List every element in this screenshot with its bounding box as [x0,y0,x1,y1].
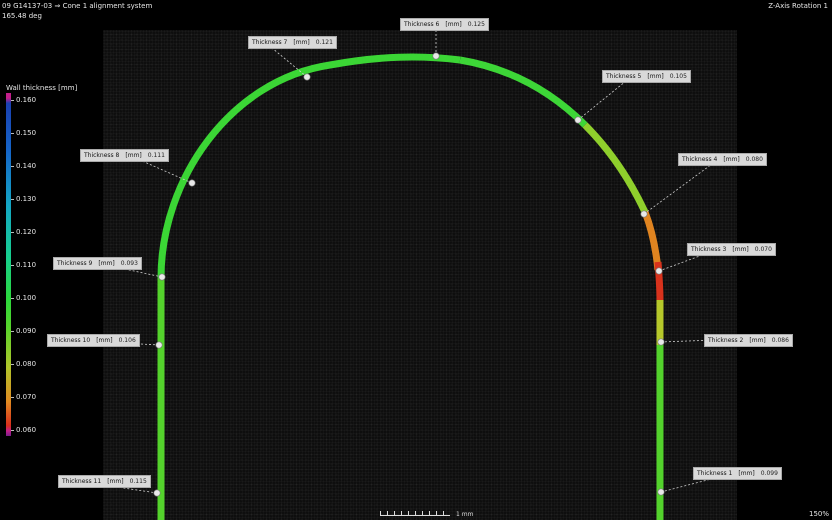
callout-label: Thickness 3 [691,246,727,253]
callout-label: Thickness 7 [252,39,288,46]
thickness-callout-6[interactable]: Thickness 6 [mm] 0.125 [400,18,489,31]
callout-label: Thickness 8 [84,152,120,159]
callout-label: Thickness 5 [606,73,642,80]
callout-label: Thickness 2 [708,337,744,344]
thickness-callout-4[interactable]: Thickness 4 [mm] 0.080 [678,153,767,166]
callout-value: 0.099 [760,470,778,477]
callout-unit: [mm] [647,73,664,80]
callout-unit: [mm] [125,152,142,159]
callout-value: 0.080 [745,156,763,163]
callout-value: 0.086 [771,337,789,344]
callout-unit: [mm] [732,246,749,253]
thickness-callout-5[interactable]: Thickness 5 [mm] 0.105 [602,70,691,83]
callout-value: 0.111 [147,152,165,159]
scale-bar-line [380,515,450,516]
measure-point-10 [155,341,163,349]
measure-point-8 [188,179,196,187]
callout-unit: [mm] [107,478,124,485]
scale-bar-label: 1 mm [456,511,474,518]
callout-value: 0.070 [754,246,772,253]
callout-value: 0.105 [669,73,687,80]
callout-value: 0.093 [120,260,138,267]
callout-unit: [mm] [749,337,766,344]
measure-point-7 [303,73,311,81]
thickness-callout-7[interactable]: Thickness 7 [mm] 0.121 [248,36,337,49]
thickness-callout-3[interactable]: Thickness 3 [mm] 0.070 [687,243,776,256]
thickness-callout-8[interactable]: Thickness 8 [mm] 0.111 [80,149,169,162]
callout-unit: [mm] [723,156,740,163]
wall-profile-right-orange [641,210,662,271]
callout-value: 0.121 [315,39,333,46]
thickness-callout-10[interactable]: Thickness 10 [mm] 0.106 [47,334,140,347]
measure-point-9 [158,273,166,281]
wall-profile-left [157,53,461,520]
callout-unit: [mm] [98,260,115,267]
zoom-level: 150% [808,510,829,518]
callout-label: Thickness 4 [682,156,718,163]
callout-unit: [mm] [96,337,113,344]
3d-viewport[interactable]: 09 G14137-03 ⇒ Cone 1 alignment system 1… [0,0,832,520]
measure-point-6 [432,52,440,60]
callout-label: Thickness 10 [51,337,91,344]
measure-point-2 [657,338,665,346]
measure-point-5 [574,116,582,124]
scale-bar [380,511,450,519]
callout-unit: [mm] [738,470,755,477]
thickness-callout-11[interactable]: Thickness 11 [mm] 0.115 [58,475,151,488]
thickness-callout-1[interactable]: Thickness 1 [mm] 0.099 [693,467,782,480]
measure-point-3 [655,267,663,275]
callout-label: Thickness 6 [404,21,440,28]
thickness-callout-2[interactable]: Thickness 2 [mm] 0.086 [704,334,793,347]
measure-point-11 [153,489,161,497]
callout-value: 0.115 [129,478,147,485]
callout-label: Thickness 11 [62,478,102,485]
measure-point-4 [640,210,648,218]
callout-value: 0.125 [467,21,485,28]
callout-unit: [mm] [293,39,310,46]
callout-value: 0.106 [118,337,136,344]
leader-lines [109,30,716,494]
callout-label: Thickness 9 [57,260,93,267]
callout-unit: [mm] [445,21,462,28]
wall-profile-right-upper [459,56,588,128]
callout-label: Thickness 1 [697,470,733,477]
measure-point-1 [657,488,665,496]
wall-profile-right-mid [582,122,649,214]
thickness-callout-9[interactable]: Thickness 9 [mm] 0.093 [53,257,142,270]
